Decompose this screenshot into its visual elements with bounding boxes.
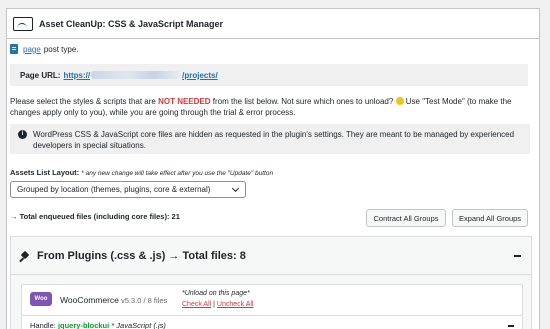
page-url-box: Page URL: https:///projects/ <box>10 64 528 86</box>
chevron-down-icon <box>231 184 240 193</box>
redacted-url-segment <box>91 71 182 80</box>
page-url-link[interactable]: https:///projects/ <box>63 71 217 80</box>
contract-all-groups-button[interactable]: Contract All Groups <box>366 209 446 227</box>
gauge-icon <box>13 16 33 31</box>
collapse-minus-icon[interactable] <box>514 255 521 257</box>
plugin-card-woocommerce: Woo WooCommerce v5.3.0 / 8 files *Unload… <box>21 284 523 329</box>
check-all-link[interactable]: Check All <box>182 301 211 308</box>
plug-icon <box>19 250 31 262</box>
total-files-text: → Total enqueued files (including core f… <box>10 212 180 221</box>
plugin-version: v5.3.0 / 8 files <box>118 296 168 305</box>
check-links: Check All | Uncheck All <box>182 301 254 308</box>
not-needed-label: NOT NEEDED <box>158 97 211 106</box>
core-files-notice: i WordPress CSS & JavaScript core files … <box>10 124 530 154</box>
post-type-link[interactable]: page <box>23 45 41 54</box>
panel-header: Asset CleanUp: CSS & JavaScript Manager <box>7 9 539 39</box>
thinking-emoji-icon <box>395 97 404 105</box>
assets-layout-label: Assets List Layout: * any new change wil… <box>10 168 274 177</box>
notice-text: WordPress CSS & JavaScript core files ar… <box>33 130 515 150</box>
page-icon <box>10 44 18 54</box>
uncheck-all-link[interactable]: Uncheck All <box>217 301 254 308</box>
plugins-group-header[interactable]: From Plugins (.css & .js) → Total files:… <box>11 237 531 275</box>
plugin-name: WooCommerce v5.3.0 / 8 files <box>60 295 168 305</box>
plugins-group: From Plugins (.css & .js) → Total files:… <box>10 236 532 329</box>
instructions-text: Please select the styles & scripts that … <box>10 97 512 117</box>
post-type-suffix: post type. <box>43 44 79 54</box>
plugins-group-title: From Plugins (.css & .js) → Total files:… <box>37 249 246 262</box>
handle-name: jquery-blockui <box>57 321 110 329</box>
woocommerce-logo-icon: Woo <box>30 292 52 306</box>
info-icon: i <box>18 130 27 139</box>
handle-type: * JavaScript (.js) <box>109 321 166 329</box>
page-url-label: Page URL: <box>20 70 61 80</box>
asset-handle-row: Handle: jquery-blockui * JavaScript (.js… <box>30 321 166 329</box>
assets-layout-select[interactable]: Grouped by location (themes, plugins, co… <box>10 181 246 198</box>
unload-note: *Unload on this page* <box>182 290 250 297</box>
post-type-line: page post type. <box>10 44 78 54</box>
expand-all-groups-button[interactable]: Expand All Groups <box>452 209 528 227</box>
collapse-asset-minus-icon[interactable] <box>508 325 514 327</box>
assets-layout-selected: Grouped by location (themes, plugins, co… <box>17 185 211 194</box>
panel-title: Asset CleanUp: CSS & JavaScript Manager <box>39 18 224 29</box>
divider <box>22 315 522 316</box>
